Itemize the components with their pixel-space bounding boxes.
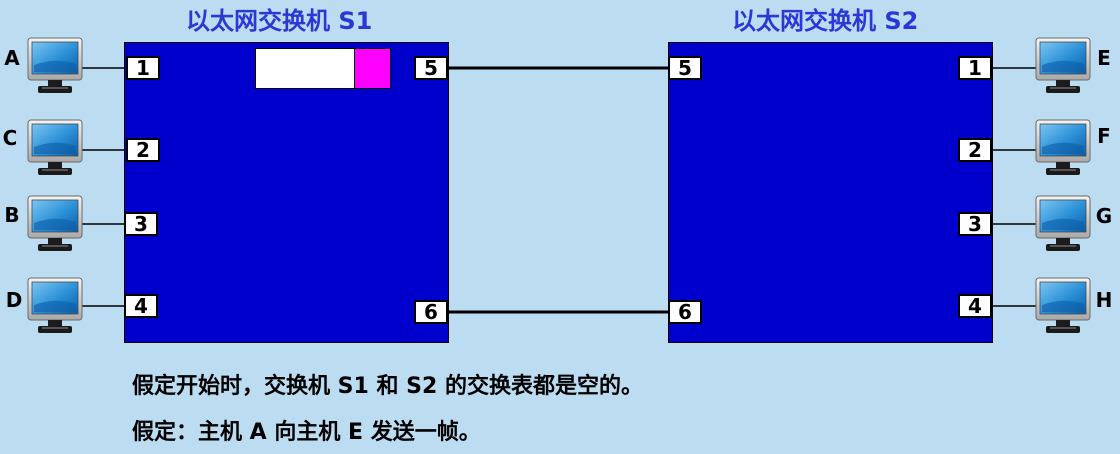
desktop-computer-icon — [26, 119, 84, 179]
host-label-c: C — [2, 126, 18, 150]
switch-s2-port-2: 2 — [958, 138, 992, 162]
host-label-g: G — [1095, 204, 1113, 228]
host-label-e: E — [1097, 46, 1111, 70]
switch-s1-port-6: 6 — [414, 300, 448, 324]
frame-header — [354, 48, 391, 89]
desktop-computer-icon — [1034, 37, 1092, 97]
desktop-computer-icon — [26, 195, 84, 255]
switch-s2-port-1: 1 — [958, 56, 992, 80]
switch-s1-port-1: 1 — [126, 56, 160, 80]
desktop-computer-icon — [1034, 119, 1092, 179]
desktop-computer-icon — [1034, 195, 1092, 255]
switch-s2-port-3: 3 — [958, 212, 992, 236]
switch-s1-port-5: 5 — [414, 56, 448, 80]
switch-s2-port-5: 5 — [668, 56, 702, 80]
desktop-computer-icon — [1034, 277, 1092, 337]
switch-s1-port-2: 2 — [126, 138, 160, 162]
switch-s2 — [668, 42, 993, 343]
desktop-computer-icon — [26, 277, 84, 337]
switch-s1-port-3: 3 — [124, 212, 158, 236]
host-label-d: D — [5, 288, 23, 312]
switch-s2-port-4: 4 — [958, 294, 992, 318]
host-label-b: B — [4, 203, 20, 227]
desktop-computer-icon — [26, 37, 84, 97]
switch-s2-port-6: 6 — [668, 300, 702, 324]
caption-assumption: 假定：主机 A 向主机 E 发送一帧。 — [132, 420, 481, 445]
caption-initial-state: 假定开始时，交换机 S1 和 S2 的交换表都是空的。 — [132, 374, 643, 399]
switch-s1-port-4: 4 — [124, 294, 158, 318]
host-label-f: F — [1097, 124, 1111, 148]
frame-body — [255, 48, 355, 89]
host-label-h: H — [1095, 288, 1113, 312]
host-label-a: A — [4, 46, 20, 70]
